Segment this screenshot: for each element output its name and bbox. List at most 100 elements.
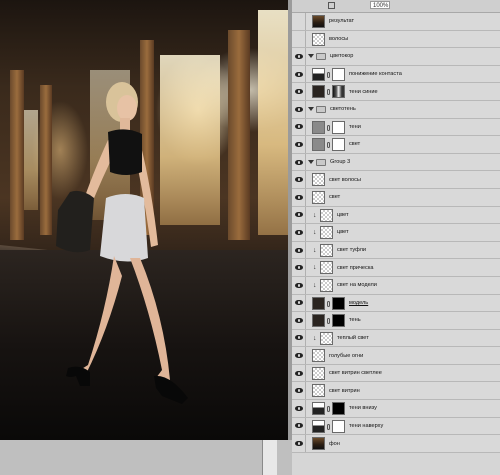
layer-thumbnail[interactable] [312,120,325,134]
layer-row[interactable]: ↓ свет прическа [292,259,500,277]
visibility-toggle[interactable] [292,347,306,364]
opacity-input[interactable]: 100% [370,1,390,9]
layer-group-row[interactable]: цветокор [292,48,500,66]
layer-mask-thumbnail[interactable] [332,314,345,328]
layer-thumbnail[interactable] [320,261,333,275]
expand-triangle-icon[interactable] [308,106,314,111]
canvas-bottom-bar [0,440,292,475]
visibility-toggle[interactable] [292,329,306,347]
layer-thumbnail[interactable] [312,85,325,99]
layer-mask-thumbnail[interactable] [332,85,345,99]
link-icon[interactable] [327,142,330,149]
layer-mask-thumbnail[interactable] [332,419,345,433]
visibility-toggle[interactable] [292,382,306,400]
building-column [10,70,24,240]
layer-row[interactable]: ↓ цвет [292,206,500,225]
layer-thumbnail[interactable] [312,296,325,310]
layer-thumbnail[interactable] [312,138,325,152]
layer-thumbnail[interactable] [312,419,325,433]
layer-thumbnail[interactable] [312,384,325,398]
layer-row[interactable]: тени внизу [292,400,500,418]
expand-triangle-icon[interactable] [308,159,314,164]
layer-row[interactable]: результат [292,13,500,31]
layer-row[interactable]: ↓ теплый свет [292,329,500,348]
layer-thumbnail[interactable] [312,402,325,416]
layer-name: свет прическа [337,264,374,271]
visibility-toggle[interactable] [292,224,306,241]
layer-row[interactable]: голубые огни [292,347,500,365]
layer-thumbnail[interactable] [312,15,325,28]
link-icon[interactable] [327,89,330,96]
layer-name: теплый свет [337,334,369,341]
visibility-toggle[interactable] [292,276,306,294]
visibility-toggle[interactable] [292,312,306,329]
visibility-toggle[interactable] [292,417,306,435]
layer-row[interactable]: свет витрин светлее [292,364,500,383]
link-icon[interactable] [327,406,330,413]
link-icon[interactable] [327,318,330,325]
layer-mask-thumbnail[interactable] [332,402,345,416]
visibility-toggle[interactable] [292,400,306,417]
layer-row[interactable]: тень [292,312,500,330]
visibility-toggle[interactable] [292,48,306,65]
layer-row[interactable]: понижение контаста [292,65,500,84]
layer-row[interactable]: фон [292,435,500,453]
layer-row[interactable]: ↓ цвет [292,224,500,242]
lock-icon[interactable] [328,2,335,9]
layer-thumbnail[interactable] [320,226,333,240]
expand-triangle-icon[interactable] [308,54,314,59]
visibility-toggle[interactable] [292,118,306,136]
eye-icon [294,247,303,253]
visibility-toggle[interactable] [292,171,306,188]
layer-thumbnail[interactable] [312,366,325,380]
layer-thumbnail[interactable] [312,67,325,81]
layer-thumbnail[interactable] [312,349,325,363]
layer-group-row[interactable]: Group 3 [292,153,500,172]
layer-row[interactable]: свет витрин [292,382,500,401]
document-canvas[interactable] [0,0,288,440]
visibility-toggle[interactable] [292,100,306,118]
layer-mask-thumbnail[interactable] [332,120,345,134]
visibility-toggle[interactable] [292,206,306,224]
visibility-toggle[interactable] [292,65,306,83]
layer-row[interactable]: тени [292,118,500,137]
link-icon[interactable] [327,300,330,307]
layer-thumbnail[interactable] [312,190,325,204]
layer-row[interactable]: тени наверху [292,417,500,436]
layer-thumbnail[interactable] [312,314,325,328]
layer-row[interactable]: свет [292,136,500,154]
visibility-toggle[interactable] [292,188,306,206]
layer-row[interactable]: тени синие [292,83,500,101]
link-icon[interactable] [327,124,330,131]
layer-thumbnail[interactable] [320,208,333,222]
visibility-toggle[interactable] [292,259,306,276]
visibility-toggle[interactable] [292,294,306,312]
layer-row[interactable]: модель [292,294,500,313]
layer-mask-thumbnail[interactable] [332,138,345,152]
visibility-toggle[interactable] [292,83,306,100]
visibility-toggle[interactable] [292,30,306,48]
visibility-toggle[interactable] [292,136,306,153]
layer-thumbnail[interactable] [320,278,333,292]
layer-group-row[interactable]: светотень [292,100,500,119]
visibility-toggle[interactable] [292,241,306,259]
link-icon[interactable] [327,423,330,430]
layer-row[interactable]: волосы [292,30,500,49]
visibility-toggle[interactable] [292,153,306,171]
layer-row[interactable]: ↓ свет на модели [292,276,500,295]
visibility-toggle[interactable] [292,435,306,452]
link-icon[interactable] [327,71,330,78]
layer-mask-thumbnail[interactable] [332,296,345,310]
layer-thumbnail[interactable] [312,32,325,46]
layer-mask-thumbnail[interactable] [332,67,345,81]
layer-row[interactable]: свет волосы [292,171,500,189]
layer-row[interactable]: ↓ свет туфли [292,241,500,260]
layer-thumbnail[interactable] [312,437,325,451]
layer-thumbnail[interactable] [320,243,333,257]
visibility-toggle[interactable] [292,364,306,382]
scroll-handle[interactable] [262,440,277,475]
layer-thumbnail[interactable] [320,331,333,345]
layer-row[interactable]: свет [292,188,500,207]
layer-thumbnail[interactable] [312,173,325,187]
visibility-toggle[interactable] [292,13,306,30]
